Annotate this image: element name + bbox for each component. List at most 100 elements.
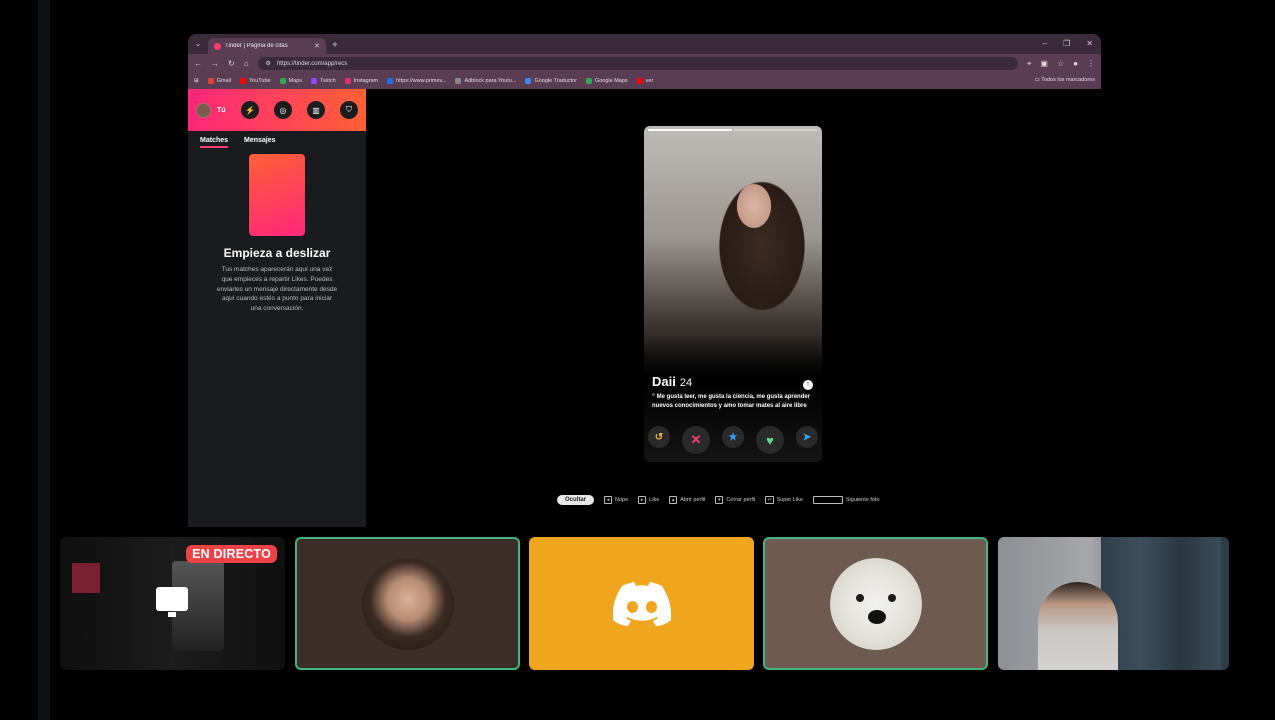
profile-age: 24	[679, 377, 693, 389]
bookmark-primevideo-icon	[387, 78, 394, 84]
sidebar-tabs: Matches Mensajes	[188, 131, 366, 148]
tab-messages[interactable]: Mensajes	[244, 137, 276, 148]
back-icon[interactable]: ←	[194, 59, 202, 68]
bookmark-youtube[interactable]: YouTube	[239, 78, 271, 84]
safety-button[interactable]: ⛉	[340, 101, 358, 119]
close-window-icon[interactable]: ✕	[1086, 39, 1093, 48]
cast-icon[interactable]: ▣	[1040, 59, 1048, 69]
apps-icon[interactable]: ⊞	[194, 78, 199, 84]
stream-tile[interactable]: EN DIRECTO	[60, 537, 285, 670]
webcam-tile[interactable]	[998, 537, 1229, 670]
action-buttons: ↺ ✕ ★ ♥ ➤	[644, 426, 822, 454]
close-tab-icon[interactable]: ✕	[314, 42, 320, 50]
tab-tinder[interactable]: Tinder | Pagina de citas ✕	[208, 38, 326, 54]
bookmark-ver[interactable]: ver	[636, 78, 653, 84]
home-icon[interactable]: ⌂	[244, 59, 249, 68]
bookmark-instagram-icon	[344, 78, 351, 84]
webcam-person	[1038, 582, 1118, 670]
bookmark-adblock[interactable]: Adblock para Youtu...	[455, 78, 516, 84]
dog-nose	[867, 609, 886, 624]
keyboard-shortcuts-bar: Ocultar ◂ Nope ▸ Like ▴ Abrir perfil ▾ Cerra…	[557, 495, 880, 505]
address-bar[interactable]: ⚙ https://tinder.com/app/recs	[257, 57, 1018, 70]
minimize-icon[interactable]: –	[1043, 39, 1047, 48]
bookmark-translate-icon	[525, 78, 532, 84]
browser-toolbar: ← → ↻ ⌂ ⚙ https://tinder.com/app/recs ⌖ …	[188, 54, 1101, 73]
compass-icon: ◎	[279, 105, 287, 115]
window-controls: – ❐ ✕	[1043, 39, 1093, 48]
left-arrow-key-icon: ◂	[604, 496, 613, 504]
bookmark-maps[interactable]: Maps	[279, 78, 302, 84]
bookmark-twitch-icon	[311, 78, 318, 84]
work-button[interactable]: ▥	[307, 101, 325, 119]
shortcut-like: ▸ Like	[638, 496, 659, 504]
bookmark-translate[interactable]: Google Traductor	[525, 78, 577, 84]
shortcut-nope: ◂ Nope	[604, 496, 628, 504]
explore-button[interactable]: ◎	[274, 101, 292, 119]
sidebar: Tú ⚡ ◎ ▥ ⛉ Matches Mensajes Empieza a de…	[188, 89, 366, 527]
up-arrow-key-icon: ▴	[669, 496, 678, 504]
sidebar-header: Tú ⚡ ◎ ▥ ⛉	[188, 89, 366, 131]
photo-indicator[interactable]	[734, 129, 818, 131]
bookmark-instagram[interactable]: Instagram	[344, 78, 378, 84]
empty-state-heading: Empieza a deslizar	[223, 246, 331, 260]
user-name[interactable]: Tú	[217, 107, 226, 114]
bookmark-adblock-icon	[455, 78, 462, 84]
tab-matches[interactable]: Matches	[200, 137, 229, 148]
photo-indicator[interactable]	[648, 129, 732, 131]
bookmark-primevideo[interactable]: https://www.primev...	[387, 78, 446, 84]
site-info-icon[interactable]: ⚙	[266, 60, 271, 67]
location-icon[interactable]: ⌖	[1027, 59, 1032, 69]
info-icon[interactable]: ↑	[803, 380, 813, 390]
bookmark-google-maps-icon	[585, 78, 592, 84]
nope-button[interactable]: ✕	[682, 426, 710, 454]
boost-button[interactable]: ⚡	[241, 101, 259, 119]
bookmark-star-icon[interactable]: ☆	[1057, 59, 1064, 69]
new-tab-icon[interactable]: +	[332, 40, 338, 51]
shortcut-next-photo: Siguiente foto	[812, 496, 880, 504]
heart-icon: ♥	[766, 432, 774, 448]
forward-icon[interactable]: →	[211, 59, 219, 68]
extension-icon[interactable]: ●	[1073, 59, 1078, 69]
menu-icon[interactable]: ⋮	[1087, 59, 1095, 69]
space-key-icon	[812, 496, 843, 504]
participant-tile[interactable]	[295, 537, 520, 670]
reload-icon[interactable]: ↻	[228, 59, 235, 68]
participant-avatar	[829, 557, 922, 650]
bookmark-twitch[interactable]: Twitch	[311, 78, 336, 84]
boost-send-button[interactable]: ➤	[796, 426, 818, 448]
participant-avatar	[361, 557, 454, 650]
tinder-favicon-icon	[214, 42, 221, 50]
tinder-app: Tú ⚡ ◎ ▥ ⛉ Matches Mensajes Empieza a de…	[188, 89, 1101, 527]
empty-state-description: Tus matches aparecerán aquí una vez que …	[216, 266, 338, 313]
screen-share-icon	[156, 587, 188, 617]
like-button[interactable]: ♥	[756, 426, 784, 454]
participant-tile[interactable]	[529, 537, 754, 670]
stream-preview-sidebar	[72, 563, 100, 593]
tab-strip: ⌄ Tinder | Pagina de citas ✕ + – ❐ ✕	[188, 34, 1101, 54]
toolbar-right: ⌖ ▣ ☆ ● ⋮	[1027, 59, 1095, 69]
super-like-button[interactable]: ★	[722, 426, 744, 448]
shield-icon: ⛉	[346, 105, 352, 114]
rewind-button[interactable]: ↺	[648, 426, 670, 448]
bookmark-youtube-icon	[239, 78, 246, 84]
bookmark-gmail[interactable]: Gmail	[207, 78, 231, 84]
screen: ⌄ Tinder | Pagina de citas ✕ + – ❐ ✕ ← →…	[0, 0, 1275, 720]
tab-title: Tinder | Pagina de citas	[225, 43, 288, 49]
profile-card[interactable]: Daii 24 ↑ “ Me gusta leer, me gusta la c…	[644, 126, 822, 462]
avatar[interactable]	[196, 102, 211, 118]
shortcut-open-profile: ▴ Abrir perfil	[669, 496, 705, 504]
bookmark-ver-icon	[636, 78, 643, 84]
hide-shortcuts-button[interactable]: Ocultar	[557, 495, 595, 505]
bookmarks-bar: ⊞ Gmail YouTube Maps Twitch Instagram ht…	[188, 73, 1101, 89]
briefcase-icon: ▥	[312, 105, 320, 115]
left-rail	[38, 0, 50, 720]
send-icon: ➤	[802, 431, 812, 443]
live-badge: EN DIRECTO	[186, 545, 277, 563]
bookmark-google-maps[interactable]: Google Maps	[585, 78, 628, 84]
shortcut-close-profile: ▾ Cerrar perfil	[715, 496, 755, 504]
maximize-icon[interactable]: ❐	[1063, 39, 1070, 48]
tab-search-icon[interactable]: ⌄	[192, 38, 204, 50]
all-bookmarks[interactable]: ▭ Todos los marcadores	[1035, 77, 1095, 83]
bookmark-gmail-icon	[207, 78, 214, 84]
participant-tile[interactable]	[763, 537, 988, 670]
